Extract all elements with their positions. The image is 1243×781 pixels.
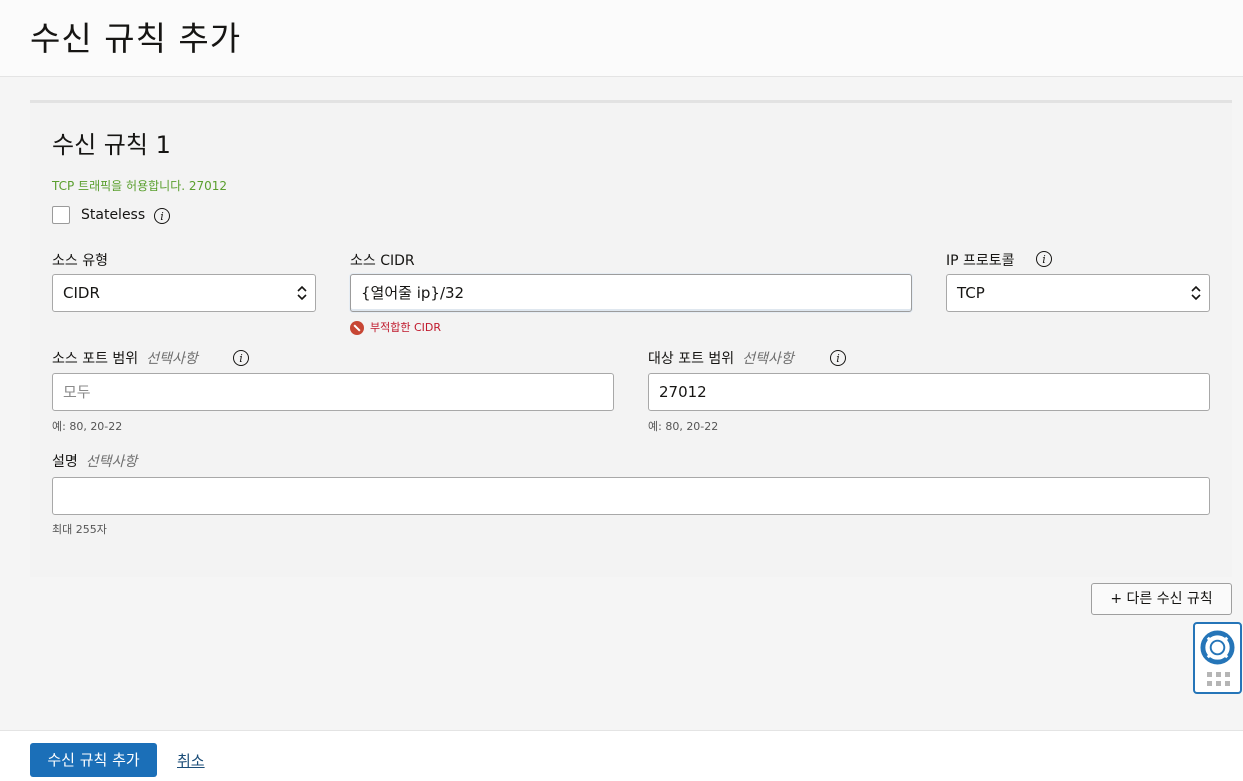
source-cidr-value: {열어줄 ip}/32 [361, 284, 465, 302]
source-type-select[interactable]: CIDR [52, 274, 316, 312]
dest-port-label-text: 대상 포트 범위 [648, 351, 735, 367]
source-cidr-input[interactable]: {열어줄 ip}/32 [350, 274, 912, 312]
source-type-label: 소스 유형 [52, 253, 108, 269]
source-cidr-error-text: 부적합한 CIDR [370, 321, 442, 334]
dest-port-input[interactable]: 27012 [648, 373, 1210, 411]
dest-port-value: 27012 [659, 383, 707, 401]
rule-summary: TCP 트래픽을 허용합니다. 27012 [52, 179, 228, 193]
description-label-text: 설명 [52, 454, 78, 470]
source-cidr-error: 부적합한 CIDR [350, 319, 441, 335]
dest-port-label: 대상 포트 범위 선택사항 [648, 348, 794, 368]
dest-port-info-icon[interactable]: i [830, 350, 846, 366]
error-icon [350, 321, 364, 335]
dest-port-hint: 예: 80, 20-22 [648, 420, 719, 433]
ingress-rule-panel: 수신 규칙 1 TCP 트래픽을 허용합니다. 27012 Stateless … [30, 100, 1232, 577]
source-type-value: CIDR [63, 284, 100, 302]
stateless-info-icon[interactable]: i [154, 208, 170, 224]
source-port-hint: 예: 80, 20-22 [52, 420, 123, 433]
dest-port-optional: 선택사항 [742, 351, 794, 367]
source-port-input[interactable]: 모두 [52, 373, 614, 411]
select-arrows-icon [1191, 285, 1201, 301]
source-port-label-text: 소스 포트 범위 [52, 351, 139, 367]
footer-bar: 수신 규칙 추가 취소 [0, 730, 1243, 781]
ip-protocol-label: IP 프로토콜 [946, 253, 1015, 269]
grid-icon [1207, 672, 1230, 686]
add-ingress-rule-button[interactable]: 수신 규칙 추가 [30, 743, 157, 777]
page-title: 수신 규칙 추가 [30, 19, 242, 58]
add-another-rule-button[interactable]: + 다른 수신 규칙 [1091, 583, 1232, 615]
description-optional: 선택사항 [85, 454, 138, 470]
select-arrows-icon [297, 285, 307, 301]
lifebuoy-icon [1200, 630, 1235, 665]
help-widget[interactable] [1193, 622, 1242, 694]
page-header: 수신 규칙 추가 [0, 0, 1243, 77]
ip-protocol-select[interactable]: TCP [946, 274, 1210, 312]
description-label: 설명 선택사항 [52, 451, 137, 471]
cancel-link[interactable]: 취소 [177, 750, 205, 771]
stateless-label: Stateless [81, 207, 146, 223]
source-port-info-icon[interactable]: i [233, 350, 249, 366]
ip-protocol-info-icon[interactable]: i [1036, 251, 1052, 267]
source-port-optional: 선택사항 [146, 351, 198, 367]
stateless-checkbox[interactable] [52, 206, 70, 224]
description-input[interactable] [52, 477, 1210, 515]
source-cidr-label: 소스 CIDR [350, 253, 415, 269]
rule-title: 수신 규칙 1 [52, 131, 171, 159]
ip-protocol-value: TCP [957, 284, 985, 302]
description-hint: 최대 255자 [52, 523, 107, 536]
source-port-placeholder: 모두 [63, 383, 91, 401]
source-port-label: 소스 포트 범위 선택사항 [52, 348, 198, 368]
